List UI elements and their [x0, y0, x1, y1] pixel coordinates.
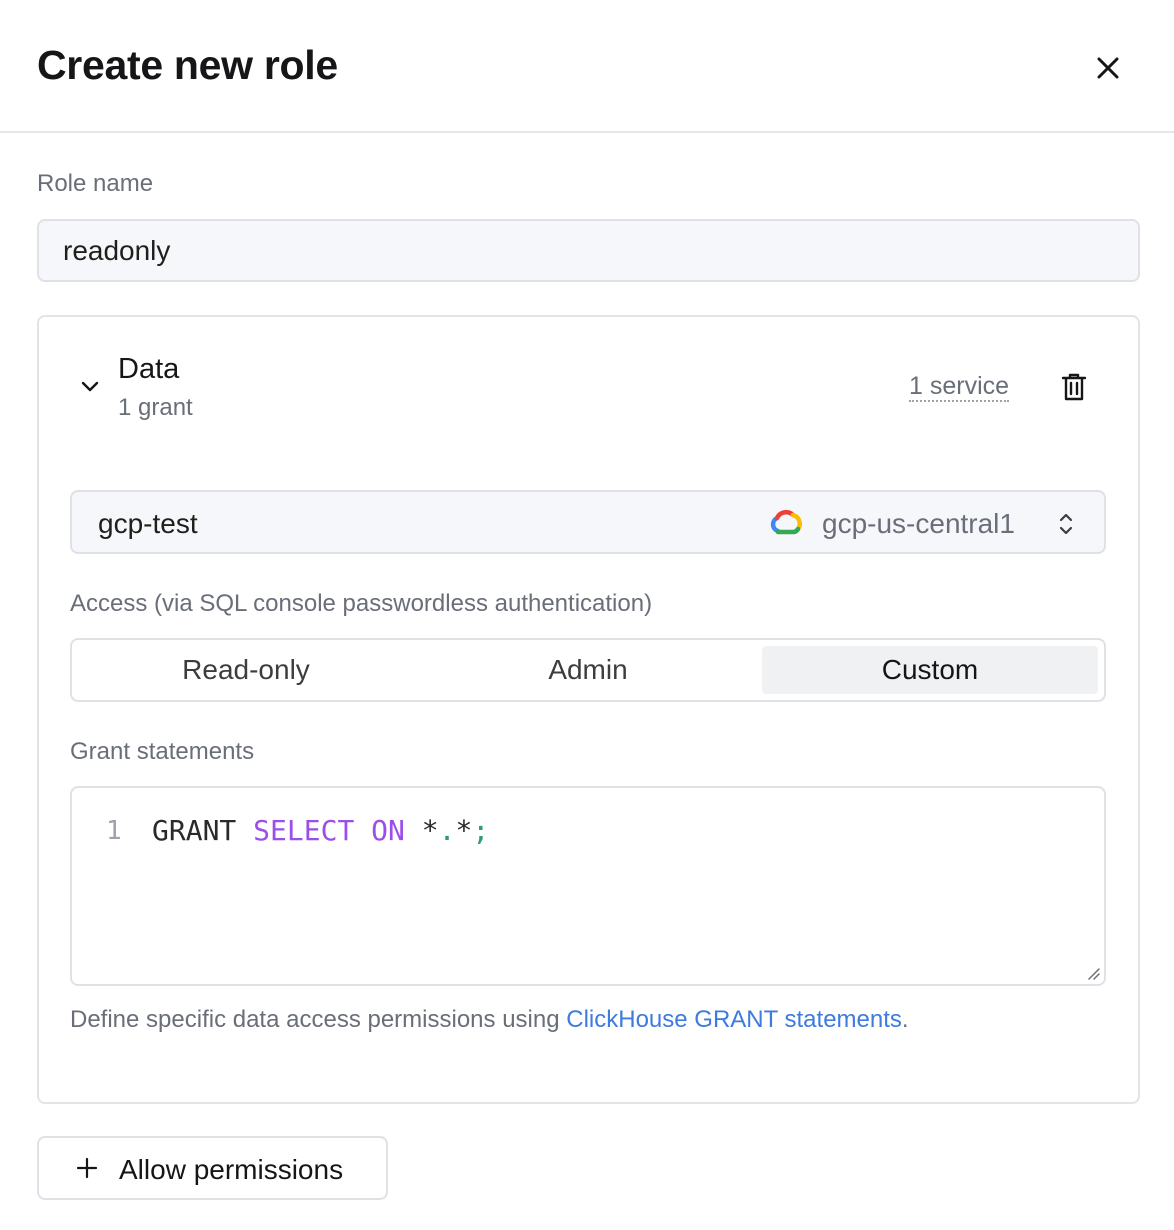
close-icon[interactable] [1090, 50, 1126, 86]
access-option-custom[interactable]: Custom [762, 646, 1098, 694]
chevron-up-down-icon [1059, 513, 1073, 535]
page-title: Create new role [37, 42, 338, 88]
allow-permissions-label: Allow permissions [119, 1154, 344, 1185]
service-select[interactable]: gcp-test gcp-us-central1 [70, 490, 1106, 554]
helper-prefix: Define specific data access permissions … [70, 1006, 567, 1033]
code-token-semicolon: ; [472, 814, 490, 847]
resize-handle-icon[interactable] [1086, 966, 1100, 980]
access-label: Access (via SQL console passwordless aut… [70, 590, 653, 617]
code-token-star: * [455, 814, 473, 847]
access-option-read-only[interactable]: Read-only [78, 646, 414, 694]
clickhouse-grant-link[interactable]: ClickHouse GRANT statements [566, 1006, 902, 1033]
role-name-label: Role name [37, 170, 154, 197]
code-token-grant: GRANT [152, 814, 237, 847]
allow-permissions-button[interactable]: Allow permissions [37, 1136, 388, 1200]
access-option-admin[interactable]: Admin [420, 646, 756, 694]
code-token-dot: . [438, 814, 456, 847]
grant-statements-editor[interactable]: 1 GRANT SELECT ON *.*; [70, 786, 1106, 986]
role-name-input[interactable] [37, 219, 1140, 282]
chevron-down-icon[interactable] [78, 374, 102, 398]
grant-helper-text: Define specific data access permissions … [70, 1006, 909, 1034]
code-line: GRANT SELECT ON *.*; [152, 814, 489, 847]
grant-count: 1 grant [118, 394, 193, 421]
service-name: gcp-test [98, 508, 198, 539]
line-number: 1 [106, 816, 122, 846]
trash-icon[interactable] [1060, 372, 1088, 402]
service-count-link[interactable]: 1 service [909, 372, 1010, 402]
helper-suffix: . [901, 1006, 909, 1033]
code-token-star: * [421, 814, 439, 847]
google-cloud-icon [770, 509, 802, 535]
region-label: gcp-us-central1 [822, 508, 1015, 539]
code-token-on: ON [371, 814, 405, 847]
grant-statements-label: Grant statements [70, 738, 255, 765]
plus-icon [76, 1157, 98, 1179]
dialog-header: Create new role [0, 0, 1174, 133]
access-segmented-control: Read-only Admin Custom [70, 638, 1106, 702]
code-token-select: SELECT [253, 814, 355, 847]
section-title: Data [118, 353, 180, 385]
